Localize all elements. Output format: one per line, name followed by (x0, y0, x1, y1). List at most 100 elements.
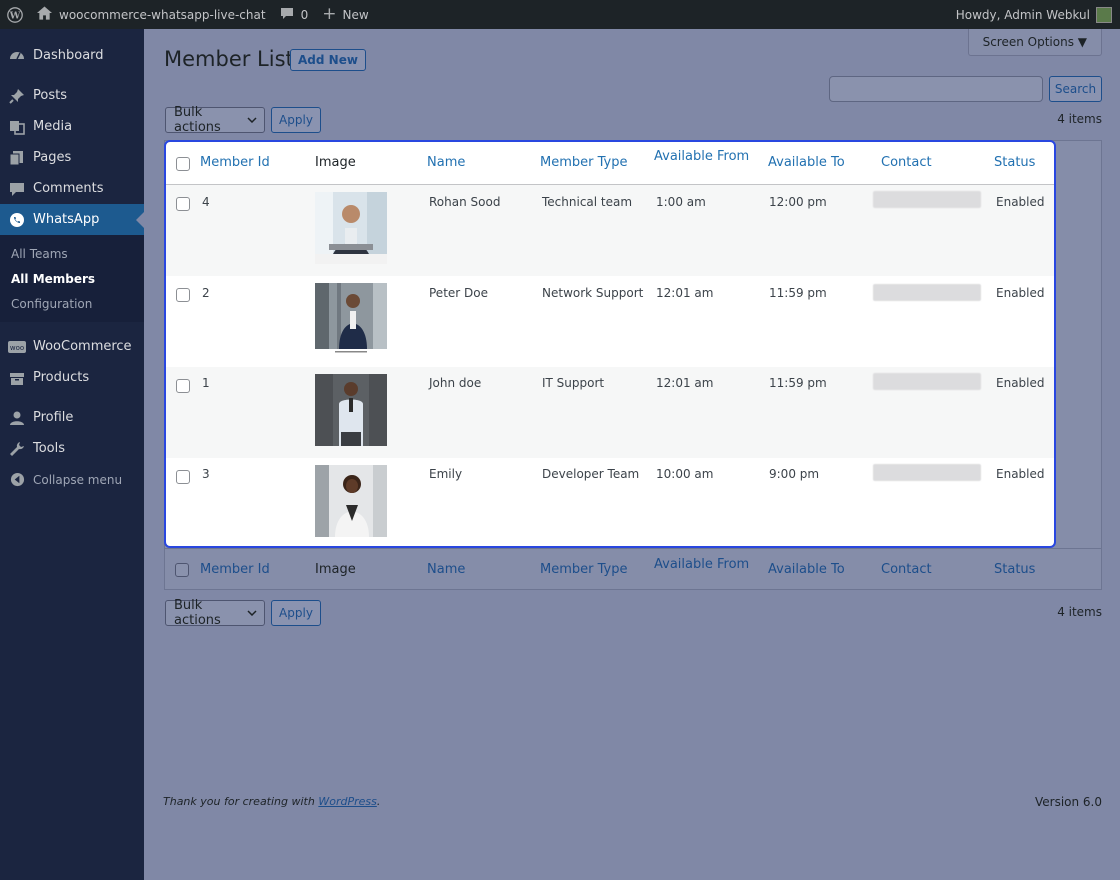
menu-posts[interactable]: Posts (0, 80, 144, 111)
products-icon (8, 369, 26, 387)
menu-label: Tools (33, 441, 66, 456)
dashboard-icon (8, 47, 26, 65)
member-type: IT Support (542, 376, 605, 390)
submenu-all-teams[interactable]: All Teams (0, 241, 144, 266)
member-name: Rohan Sood (429, 195, 501, 209)
col-status[interactable]: Status (994, 155, 1035, 170)
row-checkbox[interactable] (176, 288, 190, 302)
my-account-link[interactable]: Howdy, Admin Webkul (949, 0, 1120, 29)
table-row: 3 Emily Developer Team 10:00 am 9:00 pm … (166, 458, 1054, 546)
user-icon (8, 409, 26, 427)
available-from: 12:01 am (656, 376, 714, 390)
whatsapp-submenu: All Teams All Members Configuration (0, 235, 144, 322)
menu-label: WooCommerce (33, 339, 132, 354)
wordpress-link[interactable]: WordPress (318, 795, 377, 808)
select-all-checkbox[interactable] (176, 157, 190, 171)
col-contact-footer[interactable]: Contact (881, 562, 932, 577)
avatar (1096, 6, 1112, 23)
col-member-id-footer[interactable]: Member Id (200, 562, 270, 577)
new-content-link[interactable]: + New (315, 0, 375, 29)
search-input[interactable] (829, 76, 1043, 102)
add-new-button[interactable]: Add New (290, 49, 366, 71)
wrench-icon (8, 440, 26, 458)
row-checkbox[interactable] (176, 197, 190, 211)
menu-label: Comments (33, 181, 104, 196)
menu-media[interactable]: Media (0, 111, 144, 142)
member-photo (315, 192, 387, 264)
contact-redacted (873, 191, 981, 208)
member-id: 3 (202, 467, 210, 481)
col-name[interactable]: Name (427, 155, 465, 170)
row-checkbox[interactable] (176, 379, 190, 393)
available-from: 12:01 am (656, 286, 714, 300)
col-available-from[interactable]: Available From (654, 149, 749, 164)
admin-bar: W woocommerce-whatsapp-live-chat 0 + New… (0, 0, 1120, 29)
plus-icon: + (322, 4, 337, 24)
comment-icon (280, 7, 294, 23)
row-checkbox[interactable] (176, 470, 190, 484)
menu-dashboard[interactable]: Dashboard (0, 40, 144, 71)
col-available-to[interactable]: Available To (768, 155, 845, 170)
menu-label: Products (33, 370, 90, 385)
screen-options-button[interactable]: Screen Options ▼ (967, 29, 1102, 56)
woo-icon: woo (8, 338, 26, 356)
menu-woocommerce[interactable]: woo WooCommerce (0, 331, 144, 362)
search-button[interactable]: Search (1049, 76, 1102, 102)
pages-icon (8, 149, 26, 167)
apply-button-bottom[interactable]: Apply (271, 600, 321, 626)
submenu-all-members[interactable]: All Members (0, 266, 144, 291)
member-id: 2 (202, 286, 210, 300)
col-image-footer: Image (315, 562, 356, 577)
contact-redacted (873, 464, 981, 481)
contact-redacted (873, 284, 981, 301)
menu-products[interactable]: Products (0, 362, 144, 393)
col-member-id[interactable]: Member Id (200, 155, 270, 170)
member-status: Enabled (996, 376, 1045, 390)
menu-whatsapp[interactable]: WhatsApp (0, 204, 144, 235)
col-member-type[interactable]: Member Type (540, 155, 627, 170)
apply-button[interactable]: Apply (271, 107, 321, 133)
col-member-type-footer[interactable]: Member Type (540, 562, 627, 577)
table-row: 2 Peter Doe Network Support 12:01 am 11:… (166, 276, 1054, 367)
collapse-menu-button[interactable]: Collapse menu (0, 464, 144, 495)
menu-profile[interactable]: Profile (0, 402, 144, 433)
new-label: New (342, 7, 369, 22)
comments-link[interactable]: 0 (273, 0, 316, 29)
submenu-configuration[interactable]: Configuration (0, 291, 144, 316)
member-id: 4 (202, 195, 210, 209)
table-row: 1 John doe IT Support 12:01 am 11:59 pm … (166, 367, 1054, 458)
select-all-checkbox-footer[interactable] (175, 563, 189, 577)
member-name: Emily (429, 467, 463, 481)
bulk-actions-label: Bulk actions (174, 105, 221, 135)
chevron-down-icon (247, 608, 257, 619)
wordpress-logo-icon[interactable]: W (0, 0, 30, 29)
menu-comments[interactable]: Comments (0, 173, 144, 204)
bulk-actions-label: Bulk actions (174, 598, 221, 628)
table-row: 4 Rohan Sood Technical team 1:00 am 12:0… (166, 185, 1054, 276)
table-footer-row: Member Id Image Name Member Type Availab… (165, 548, 1101, 590)
menu-label: WhatsApp (33, 212, 100, 227)
available-to: 9:00 pm (769, 467, 820, 481)
menu-tools[interactable]: Tools (0, 433, 144, 464)
comments-count: 0 (300, 7, 309, 22)
col-available-from-footer[interactable]: Available From (654, 557, 749, 572)
collapse-label: Collapse menu (33, 472, 123, 487)
site-name-link[interactable]: woocommerce-whatsapp-live-chat (30, 0, 273, 29)
menu-label: Pages (33, 150, 72, 165)
footer-thanks-prefix: Thank you for creating with (163, 795, 319, 808)
bulk-actions-select-bottom[interactable]: Bulk actions (165, 598, 265, 628)
site-name: woocommerce-whatsapp-live-chat (59, 7, 266, 22)
home-icon (37, 6, 52, 23)
members-table: Member Id Image Name Member Type Availab… (164, 140, 1056, 548)
col-status-footer[interactable]: Status (994, 562, 1035, 577)
col-name-footer[interactable]: Name (427, 562, 465, 577)
col-contact[interactable]: Contact (881, 155, 932, 170)
whatsapp-icon (8, 211, 26, 229)
available-from: 1:00 am (656, 195, 706, 209)
menu-pages[interactable]: Pages (0, 142, 144, 173)
items-count: 4 items (1057, 112, 1102, 126)
col-available-to-footer[interactable]: Available To (768, 562, 845, 577)
available-from: 10:00 am (656, 467, 714, 481)
bulk-actions-select[interactable]: Bulk actions (165, 105, 265, 135)
contact-redacted (873, 373, 981, 390)
